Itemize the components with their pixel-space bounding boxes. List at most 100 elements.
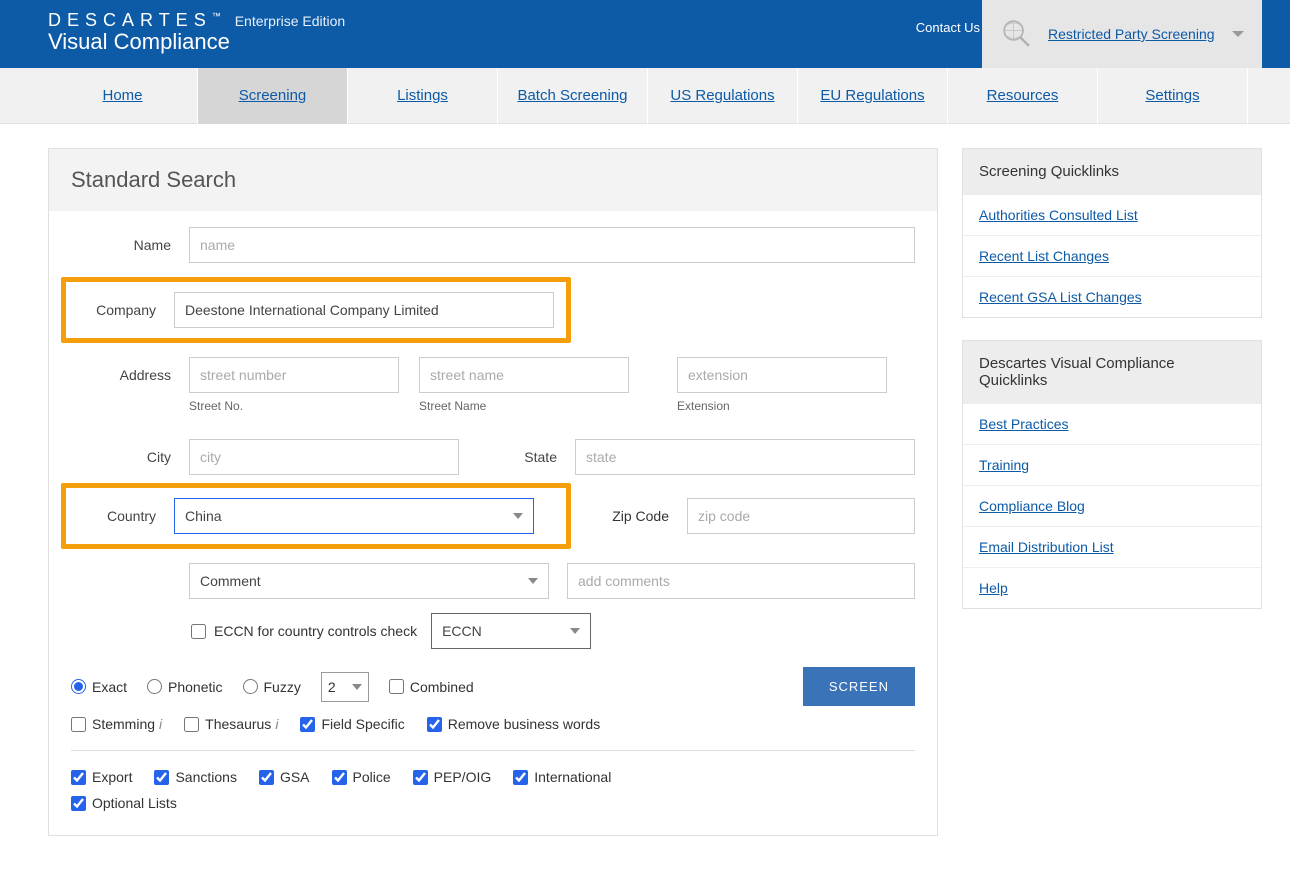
eccn-checkbox[interactable] — [191, 624, 206, 639]
gsa-checkbox[interactable] — [259, 770, 274, 785]
gsa-label[interactable]: GSA — [259, 769, 310, 785]
optional-checkbox[interactable] — [71, 796, 86, 811]
company-label: Company — [66, 302, 156, 318]
state-input[interactable] — [575, 439, 915, 475]
chevron-down-icon — [513, 513, 523, 519]
street-no-input[interactable] — [189, 357, 399, 393]
nav-settings[interactable]: Settings — [1098, 68, 1248, 124]
optional-label[interactable]: Optional Lists — [71, 795, 177, 811]
exact-radio[interactable] — [71, 679, 86, 694]
export-text: Export — [92, 769, 132, 785]
chevron-down-icon — [352, 684, 362, 690]
eccn-select[interactable]: ECCN — [431, 613, 591, 649]
country-highlight: Country China — [61, 483, 571, 549]
police-label[interactable]: Police — [332, 769, 391, 785]
separator — [71, 750, 915, 751]
rps-dropdown[interactable]: Restricted Party Screening — [982, 0, 1262, 68]
globe-search-icon — [1000, 17, 1034, 51]
sanctions-checkbox[interactable] — [154, 770, 169, 785]
stemming-checkbox[interactable] — [71, 717, 86, 732]
comment-type-select[interactable]: Comment — [189, 563, 549, 599]
comment-type-value: Comment — [200, 573, 261, 589]
extension-input[interactable] — [677, 357, 887, 393]
main-nav: Home Screening Listings Batch Screening … — [0, 68, 1290, 124]
thesaurus-label[interactable]: Thesaurusi — [184, 716, 278, 732]
screening-quicklinks-box: Screening Quicklinks Authorities Consult… — [962, 148, 1262, 318]
company-input[interactable] — [174, 292, 554, 328]
nav-listings[interactable]: Listings — [348, 68, 498, 124]
brand-edition: Enterprise Edition — [235, 13, 346, 29]
intl-checkbox[interactable] — [513, 770, 528, 785]
state-label: State — [477, 449, 557, 465]
stemming-label[interactable]: Stemmingi — [71, 716, 162, 732]
screening-quicklinks-title: Screening Quicklinks — [963, 149, 1261, 194]
phonetic-radio-label[interactable]: Phonetic — [147, 679, 222, 695]
search-panel: Standard Search Name Company Address Str… — [48, 148, 938, 836]
pep-text: PEP/OIG — [434, 769, 492, 785]
country-label: Country — [66, 508, 156, 524]
stemming-text: Stemming — [92, 716, 155, 732]
police-text: Police — [353, 769, 391, 785]
nav-eureg[interactable]: EU Regulations — [798, 68, 948, 124]
fieldspecific-label[interactable]: Field Specific — [300, 716, 404, 732]
fuzzy-radio[interactable] — [243, 679, 258, 694]
contact-link[interactable]: Contact Us — [916, 20, 980, 35]
nav-resources[interactable]: Resources — [948, 68, 1098, 124]
comment-input[interactable] — [567, 563, 915, 599]
fuzzy-level-select[interactable]: 2 — [321, 672, 369, 702]
brand-block: DESCARTES™ Enterprise Edition Visual Com… — [48, 10, 345, 55]
export-checkbox[interactable] — [71, 770, 86, 785]
country-value: China — [185, 508, 222, 524]
nav-usreg[interactable]: US Regulations — [648, 68, 798, 124]
combined-checkbox[interactable] — [389, 679, 404, 694]
sidebar: Screening Quicklinks Authorities Consult… — [962, 148, 1262, 609]
fuzzy-text: Fuzzy — [264, 679, 301, 695]
removebiz-label[interactable]: Remove business words — [427, 716, 601, 732]
zip-input[interactable] — [687, 498, 915, 534]
chevron-down-icon — [570, 628, 580, 634]
export-label[interactable]: Export — [71, 769, 132, 785]
thesaurus-checkbox[interactable] — [184, 717, 199, 732]
dvc-quicklinks-title: Descartes Visual Compliance Quicklinks — [963, 341, 1261, 403]
nav-home[interactable]: Home — [48, 68, 198, 124]
eccn-check-label[interactable]: ECCN for country controls check — [191, 623, 417, 639]
removebiz-checkbox[interactable] — [427, 717, 442, 732]
exact-radio-label[interactable]: Exact — [71, 679, 127, 695]
pep-checkbox[interactable] — [413, 770, 428, 785]
sanctions-label[interactable]: Sanctions — [154, 769, 236, 785]
phonetic-radio[interactable] — [147, 679, 162, 694]
nav-batch[interactable]: Batch Screening — [498, 68, 648, 124]
screen-button[interactable]: SCREEN — [803, 667, 915, 706]
address-label: Address — [71, 367, 171, 383]
comment-spacer — [71, 573, 171, 589]
combined-check-label[interactable]: Combined — [389, 679, 474, 695]
fieldspecific-checkbox[interactable] — [300, 717, 315, 732]
police-checkbox[interactable] — [332, 770, 347, 785]
rps-link[interactable]: Restricted Party Screening — [1048, 26, 1215, 42]
info-icon: i — [159, 716, 162, 732]
fuzzy-radio-label[interactable]: Fuzzy — [243, 679, 301, 695]
combined-text: Combined — [410, 679, 474, 695]
recent-changes-link[interactable]: Recent List Changes — [963, 235, 1261, 276]
info-icon: i — [275, 716, 278, 732]
name-input[interactable] — [189, 227, 915, 263]
intl-text: International — [534, 769, 611, 785]
street-name-input[interactable] — [419, 357, 629, 393]
recent-gsa-link[interactable]: Recent GSA List Changes — [963, 276, 1261, 317]
email-dist-link[interactable]: Email Distribution List — [963, 526, 1261, 567]
country-select[interactable]: China — [174, 498, 534, 534]
city-label: City — [71, 449, 171, 465]
training-link[interactable]: Training — [963, 444, 1261, 485]
intl-label[interactable]: International — [513, 769, 611, 785]
compliance-blog-link[interactable]: Compliance Blog — [963, 485, 1261, 526]
best-practices-link[interactable]: Best Practices — [963, 403, 1261, 444]
optional-text: Optional Lists — [92, 795, 177, 811]
city-input[interactable] — [189, 439, 459, 475]
brand-name: DESCARTES™ — [48, 10, 221, 31]
brand-product: Visual Compliance — [48, 29, 345, 55]
fuzzy-n-value: 2 — [328, 679, 336, 695]
help-link[interactable]: Help — [963, 567, 1261, 608]
pep-label[interactable]: PEP/OIG — [413, 769, 492, 785]
authorities-link[interactable]: Authorities Consulted List — [963, 194, 1261, 235]
nav-screening[interactable]: Screening — [198, 68, 348, 124]
